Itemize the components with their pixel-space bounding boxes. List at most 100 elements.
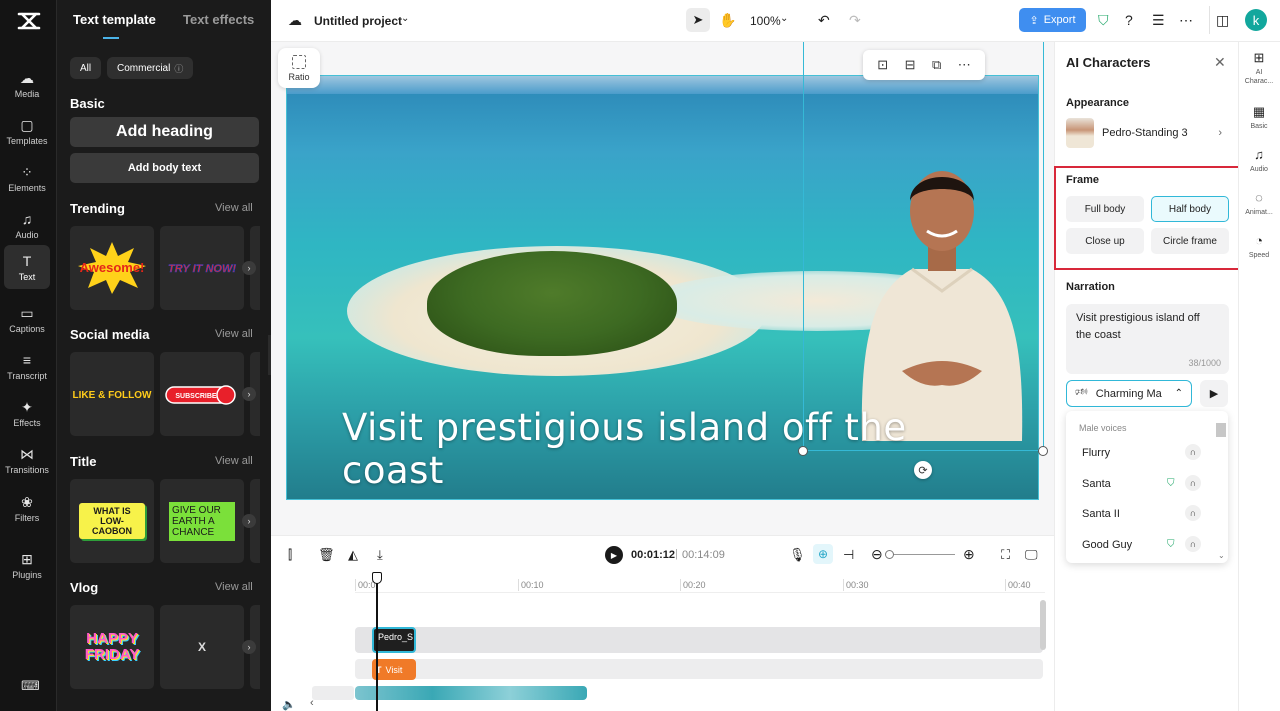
right-rail-basic[interactable]: ▦ Basic [1241,105,1277,131]
right-rail-animation[interactable]: ◌ Animat... [1241,191,1277,217]
vlog-view-all-link[interactable]: View all [215,581,253,593]
voice-select[interactable]: 🕬 Charming Ma ⌃ [1066,380,1192,407]
template-thumb-awesome[interactable]: Awesome! [70,226,154,310]
playhead-handle[interactable] [372,572,382,584]
more-options-icon[interactable]: ⋯ [958,57,971,73]
rail-item-effects[interactable]: ✦ Effects [4,391,50,435]
undo-icon[interactable]: ↶ [818,12,830,29]
shield-check-icon[interactable]: ⛉ [1098,12,1109,29]
keyboard-icon[interactable]: ⌨ [21,678,40,694]
filter-commercial-chip[interactable]: Commercial ⓘ [107,57,194,79]
more-icon[interactable]: ⋯ [1179,12,1193,29]
rail-item-elements[interactable]: ⁘ Elements [4,156,50,200]
hand-pan-icon[interactable]: ✋ [719,12,736,29]
close-icon[interactable]: ✕ [1214,54,1226,71]
select-pointer-icon[interactable]: ➤ [686,8,710,32]
add-heading-button[interactable]: Add heading [70,117,259,147]
play-button[interactable]: ▶ [605,546,623,564]
zoom-slider-track[interactable] [891,554,955,555]
character-selection-box[interactable] [803,42,1044,451]
zoom-out-icon[interactable]: ⊖ [871,546,883,563]
resize-handle[interactable] [798,446,808,456]
timeline-scrollbar[interactable] [1040,600,1046,650]
right-rail-speed[interactable]: ◔ Speed [1241,234,1277,260]
avatar[interactable]: k [1245,9,1267,31]
crop-icon[interactable]: ⊟ [905,57,916,73]
download-icon[interactable]: ⤓ [377,547,383,563]
headphones-preview-icon[interactable]: ∩ [1185,444,1201,460]
ratio-button[interactable]: Ratio [278,48,320,88]
frame-close-up-button[interactable]: Close up [1066,228,1144,254]
trending-view-all-link[interactable]: View all [215,202,253,214]
chevron-down-icon[interactable]: ⌄ [401,13,409,24]
export-button[interactable]: ⇪ Export [1019,8,1086,32]
play-voice-button[interactable]: ▶ [1200,380,1228,407]
screen-icon[interactable]: 🖵 [1025,547,1038,563]
rail-item-text[interactable]: T Text [4,245,50,289]
mirror-icon[interactable]: ◭ [348,547,358,563]
character-selector[interactable]: Pedro-Standing 3 › [1062,115,1230,151]
frame-full-body-button[interactable]: Full body [1066,196,1144,222]
split-view-icon[interactable]: ⊣ [843,547,854,563]
frame-circle-button[interactable]: Circle frame [1151,228,1229,254]
project-name[interactable]: Untitled project [314,14,402,28]
voice-option[interactable]: Santa [1082,478,1202,490]
zoom-level[interactable]: 100% [750,14,781,28]
template-thumb-happy-friday[interactable]: HAPPY FRIDAY [70,605,154,689]
title-view-all-link[interactable]: View all [215,455,253,467]
scroll-right-arrow-icon[interactable]: › [242,387,256,401]
zoom-slider-thumb[interactable] [885,550,894,559]
narration-textarea[interactable]: Visit prestigious island off the coast 3… [1066,304,1229,374]
dropdown-scrollbar[interactable] [1216,423,1226,437]
voice-option[interactable]: Good Guy [1082,539,1202,551]
rail-item-filters[interactable]: ❀ Filters [4,486,50,530]
headphones-preview-icon[interactable]: ∩ [1185,474,1201,491]
template-thumb-subscribe[interactable]: SUBSCRIBE [160,352,244,436]
rail-item-audio[interactable]: ♫ Audio [4,203,50,247]
microphone-icon[interactable]: 🎙 [789,547,806,563]
scroll-right-arrow-icon[interactable]: › [242,640,256,654]
character-track[interactable] [355,627,1043,653]
scroll-right-arrow-icon[interactable]: › [242,514,256,528]
template-thumb-try-it-now[interactable]: TRY IT NOW! [160,226,244,310]
zoom-in-icon[interactable]: ⊕ [963,546,975,563]
help-icon[interactable]: ? [1125,12,1133,28]
redo-icon[interactable]: ↷ [849,12,861,29]
rotate-handle-icon[interactable]: ⟳ [914,461,932,479]
headphones-preview-icon[interactable]: ∩ [1185,535,1201,552]
rail-item-plugins[interactable]: ⊞ Plugins [4,543,50,587]
character-clip[interactable]: Pedro_S [372,627,416,653]
template-thumb-hourglass[interactable]: X [160,605,244,689]
voice-option[interactable]: Flurry [1082,447,1202,459]
capcut-logo-icon[interactable] [16,10,42,34]
swap-icon[interactable]: ⧉ [932,57,941,73]
template-thumb-like-follow[interactable]: LIKE & FOLLOW [70,352,154,436]
voice-option[interactable]: Santa II [1082,508,1202,520]
playhead[interactable] [376,575,378,711]
resize-handle[interactable] [1038,446,1048,456]
scroll-down-icon[interactable]: ⌄ [1218,551,1225,560]
split-icon[interactable]: ⫿ [288,547,292,563]
layers-icon[interactable]: ☰ [1152,12,1165,29]
add-body-text-button[interactable]: Add body text [70,153,259,183]
volume-icon[interactable]: 🔈 [282,698,296,711]
rail-item-templates[interactable]: ▢ Templates [4,109,50,153]
zoom-chevron-down-icon[interactable]: ⌄ [780,13,788,24]
magnet-snap-icon[interactable]: ⊕ [813,544,833,564]
rail-item-media[interactable]: ☁ Media [4,62,50,106]
filter-all-chip[interactable]: All [70,57,102,79]
headphones-preview-icon[interactable]: ∩ [1185,505,1201,521]
delete-icon[interactable]: 🗑 [318,547,335,563]
template-thumb-low-carbon[interactable]: WHAT IS LOW-CAOBON [70,479,154,563]
right-rail-ai-character[interactable]: ⊞ AI Charac... [1241,51,1277,86]
layout-toggle-icon[interactable]: ◫ [1216,12,1229,29]
tab-text-template[interactable]: Text template [73,12,156,27]
text-track[interactable] [355,659,1043,679]
tab-text-effects[interactable]: Text effects [183,12,254,27]
social-view-all-link[interactable]: View all [215,328,253,340]
text-clip[interactable]: T Visit [372,659,416,680]
frame-half-body-button[interactable]: Half body [1151,196,1229,222]
rail-item-transcript[interactable]: ≡ Transcript [4,344,50,388]
rail-item-captions[interactable]: ▭ Captions [4,297,50,341]
fullscreen-icon[interactable]: ⛶ [1001,547,1010,563]
